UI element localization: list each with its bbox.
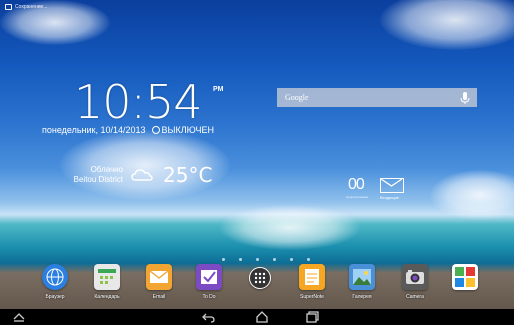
todo-icon <box>196 264 222 290</box>
nav-up-icon[interactable] <box>12 311 26 323</box>
google-search-bar[interactable]: Google <box>277 88 477 107</box>
home-icon[interactable] <box>255 311 269 323</box>
unread-caption: Непрочитанные <box>346 195 369 199</box>
clock-time[interactable]: 10:54 <box>74 79 203 125</box>
page-indicator <box>222 258 310 261</box>
back-icon[interactable] <box>202 311 216 323</box>
dock-app-calendar[interactable]: Календарь <box>85 264 129 300</box>
app-label: Email <box>152 294 166 300</box>
all-apps-icon <box>249 267 271 289</box>
page-dot <box>307 258 310 261</box>
cloud-sun-icon <box>131 169 153 181</box>
alarm-status: ВЫКЛЮЧЕН <box>161 125 214 135</box>
navigation-bar <box>0 309 514 325</box>
dock-app-email[interactable]: Email <box>137 264 181 300</box>
dock-app-browser[interactable]: Браузер <box>33 264 77 300</box>
page-dot <box>273 258 276 261</box>
page-dot <box>239 258 242 261</box>
dock-app-todo[interactable]: To Do <box>187 264 231 300</box>
supernote-icon <box>299 264 325 290</box>
clock-ampm: PM <box>213 86 224 93</box>
app-label: SuperNote <box>300 294 324 300</box>
globe-icon <box>42 264 68 290</box>
save-notification-icon <box>5 4 12 10</box>
app-label: Галерея <box>352 294 372 300</box>
weather-temperature: 25°C <box>163 163 213 187</box>
app-label: Camera <box>406 294 424 300</box>
page-dot <box>256 258 259 261</box>
notification-text: Сохранение... <box>15 4 48 10</box>
app-label: Календарь <box>94 294 120 300</box>
weather-location[interactable]: Облачно Beitou District <box>57 165 123 185</box>
email-widget[interactable]: 00 Непрочитанные Входящие <box>346 176 406 202</box>
page-dot <box>290 258 293 261</box>
dock-play-store-folder[interactable] <box>443 264 487 290</box>
gallery-icon <box>349 264 375 290</box>
sky-cloud <box>220 205 360 250</box>
dock-app-supernote[interactable]: SuperNote <box>290 264 334 300</box>
page-dot <box>222 258 225 261</box>
dock-app-camera[interactable]: Camera <box>393 264 437 300</box>
dock-app-gallery[interactable]: Галерея <box>340 264 384 300</box>
calendar-icon <box>94 264 120 290</box>
app-label: To Do <box>202 294 216 300</box>
status-bar: Сохранение... <box>0 0 514 14</box>
unread-count: 00 <box>348 176 365 193</box>
search-label: Google <box>285 93 309 102</box>
mic-icon[interactable] <box>459 91 471 105</box>
dock-all-apps[interactable] <box>238 264 282 289</box>
recents-icon[interactable] <box>305 311 319 323</box>
play-store-folder-icon <box>452 264 478 290</box>
home-screen: Сохранение... 10:54 PM понедельник, 10/1… <box>0 0 514 325</box>
alarm-icon <box>151 126 160 134</box>
camera-icon <box>402 264 428 290</box>
app-dock: Браузер Календарь Email To Do SuperNote … <box>0 264 514 310</box>
inbox-label: Входящие <box>380 195 399 200</box>
envelope-icon <box>380 178 404 193</box>
clock-date: понедельник, 10/14/2013 <box>42 125 146 135</box>
email-icon <box>146 264 172 290</box>
sky-cloud <box>430 170 514 220</box>
clock-date-line: понедельник, 10/14/2013 ВЫКЛЮЧЕН <box>42 125 214 135</box>
weather-place: Beitou District <box>73 175 123 184</box>
app-label: Браузер <box>45 294 65 300</box>
weather-condition: Облачно <box>90 165 123 174</box>
